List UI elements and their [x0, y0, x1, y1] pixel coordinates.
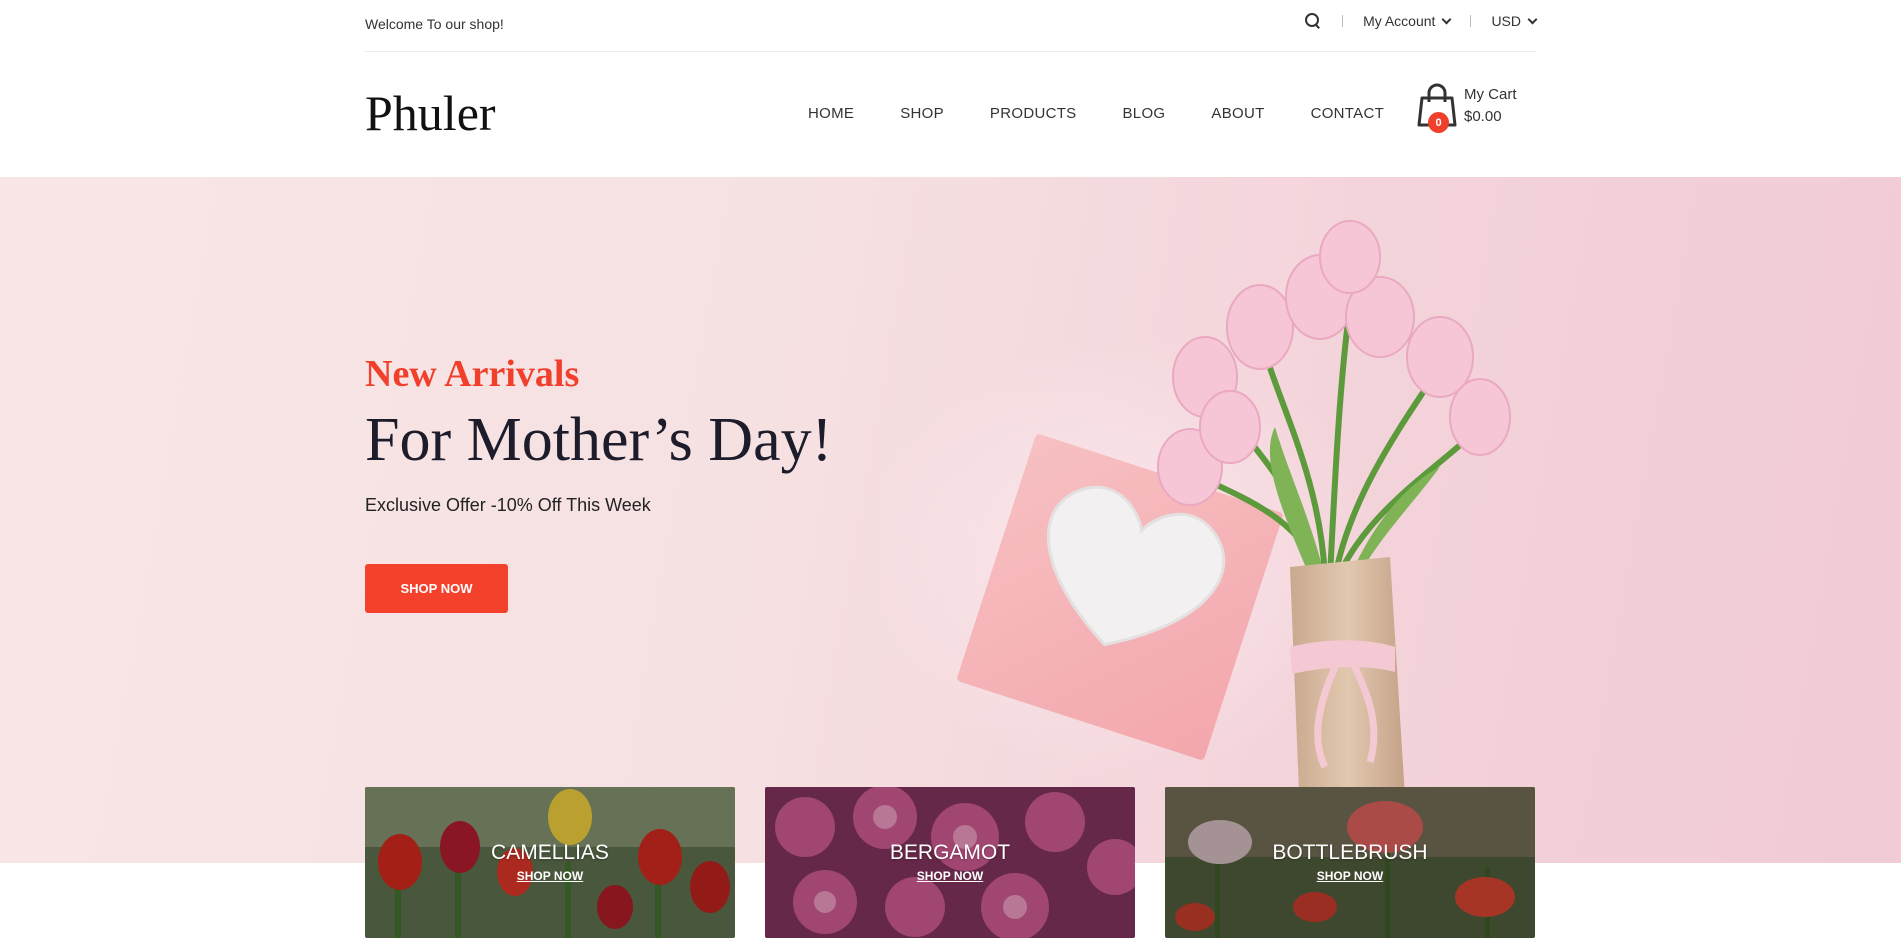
welcome-text: Welcome To our shop! — [365, 16, 504, 32]
my-account-dropdown[interactable]: My Account — [1363, 13, 1452, 29]
search-icon[interactable] — [1304, 12, 1322, 30]
hero-slider: New Arrivals For Mother’s Day! Exclusive… — [0, 177, 1901, 863]
banner-shop-now-link[interactable]: SHOP NOW — [365, 869, 735, 883]
nav-home[interactable]: HOME — [808, 105, 854, 122]
top-bar: Welcome To our shop! My Account USD — [0, 0, 1901, 52]
nav-shop[interactable]: SHOP — [900, 105, 944, 122]
tulip-bouquet-image — [880, 220, 1511, 817]
cart-total: $0.00 — [1464, 108, 1502, 125]
hero-subtitle: New Arrivals — [365, 353, 580, 395]
divider — [1342, 15, 1344, 27]
banner-title: BOTTLEBRUSH — [1272, 841, 1428, 864]
my-account-label: My Account — [1363, 13, 1436, 29]
category-banners: CAMELLIAS SHOP NOW BERGAMOT SHOP NOW BOT… — [365, 787, 1536, 938]
chevron-down-icon — [1527, 14, 1538, 24]
banner-bottlebrush[interactable]: BOTTLEBRUSH SHOP NOW — [1165, 787, 1535, 938]
banner-shop-now-link[interactable]: SHOP NOW — [1165, 869, 1535, 883]
cart-title: My Cart — [1464, 86, 1517, 103]
hero-offer-text: Exclusive Offer -10% Off This Week — [365, 495, 651, 515]
nav-blog[interactable]: BLOG — [1123, 105, 1166, 122]
top-bar-actions: My Account USD — [1304, 12, 1538, 30]
divider — [1470, 15, 1472, 27]
nav-contact[interactable]: CONTACT — [1311, 105, 1384, 122]
main-header: Phuler HOME SHOP PRODUCTS BLOG ABOUT CON… — [0, 53, 1901, 177]
top-bar-inner: Welcome To our shop! My Account USD — [365, 0, 1538, 52]
main-nav: HOME SHOP PRODUCTS BLOG ABOUT CONTACT — [808, 105, 1384, 122]
cart-label: My Cart $0.00 — [1464, 84, 1517, 128]
nav-about[interactable]: ABOUT — [1211, 105, 1264, 122]
nav-products[interactable]: PRODUCTS — [990, 105, 1077, 122]
banner-camellias[interactable]: CAMELLIAS SHOP NOW — [365, 787, 735, 938]
hero-shop-now-button[interactable]: SHOP NOW — [365, 564, 508, 613]
chevron-down-icon — [1441, 14, 1452, 24]
banner-title: CAMELLIAS — [491, 841, 609, 864]
banner-bergamot[interactable]: BERGAMOT SHOP NOW — [765, 787, 1135, 938]
cart-count-badge: 0 — [1428, 112, 1449, 133]
banner-title: BERGAMOT — [889, 841, 1011, 864]
currency-dropdown[interactable]: USD — [1491, 13, 1538, 29]
banner-shop-now-link[interactable]: SHOP NOW — [765, 869, 1135, 883]
hero-title: For Mother’s Day! — [365, 406, 833, 474]
cart-button[interactable]: 0 My Cart $0.00 — [1416, 80, 1536, 140]
site-logo[interactable]: Phuler — [365, 84, 496, 142]
currency-label: USD — [1491, 13, 1521, 29]
